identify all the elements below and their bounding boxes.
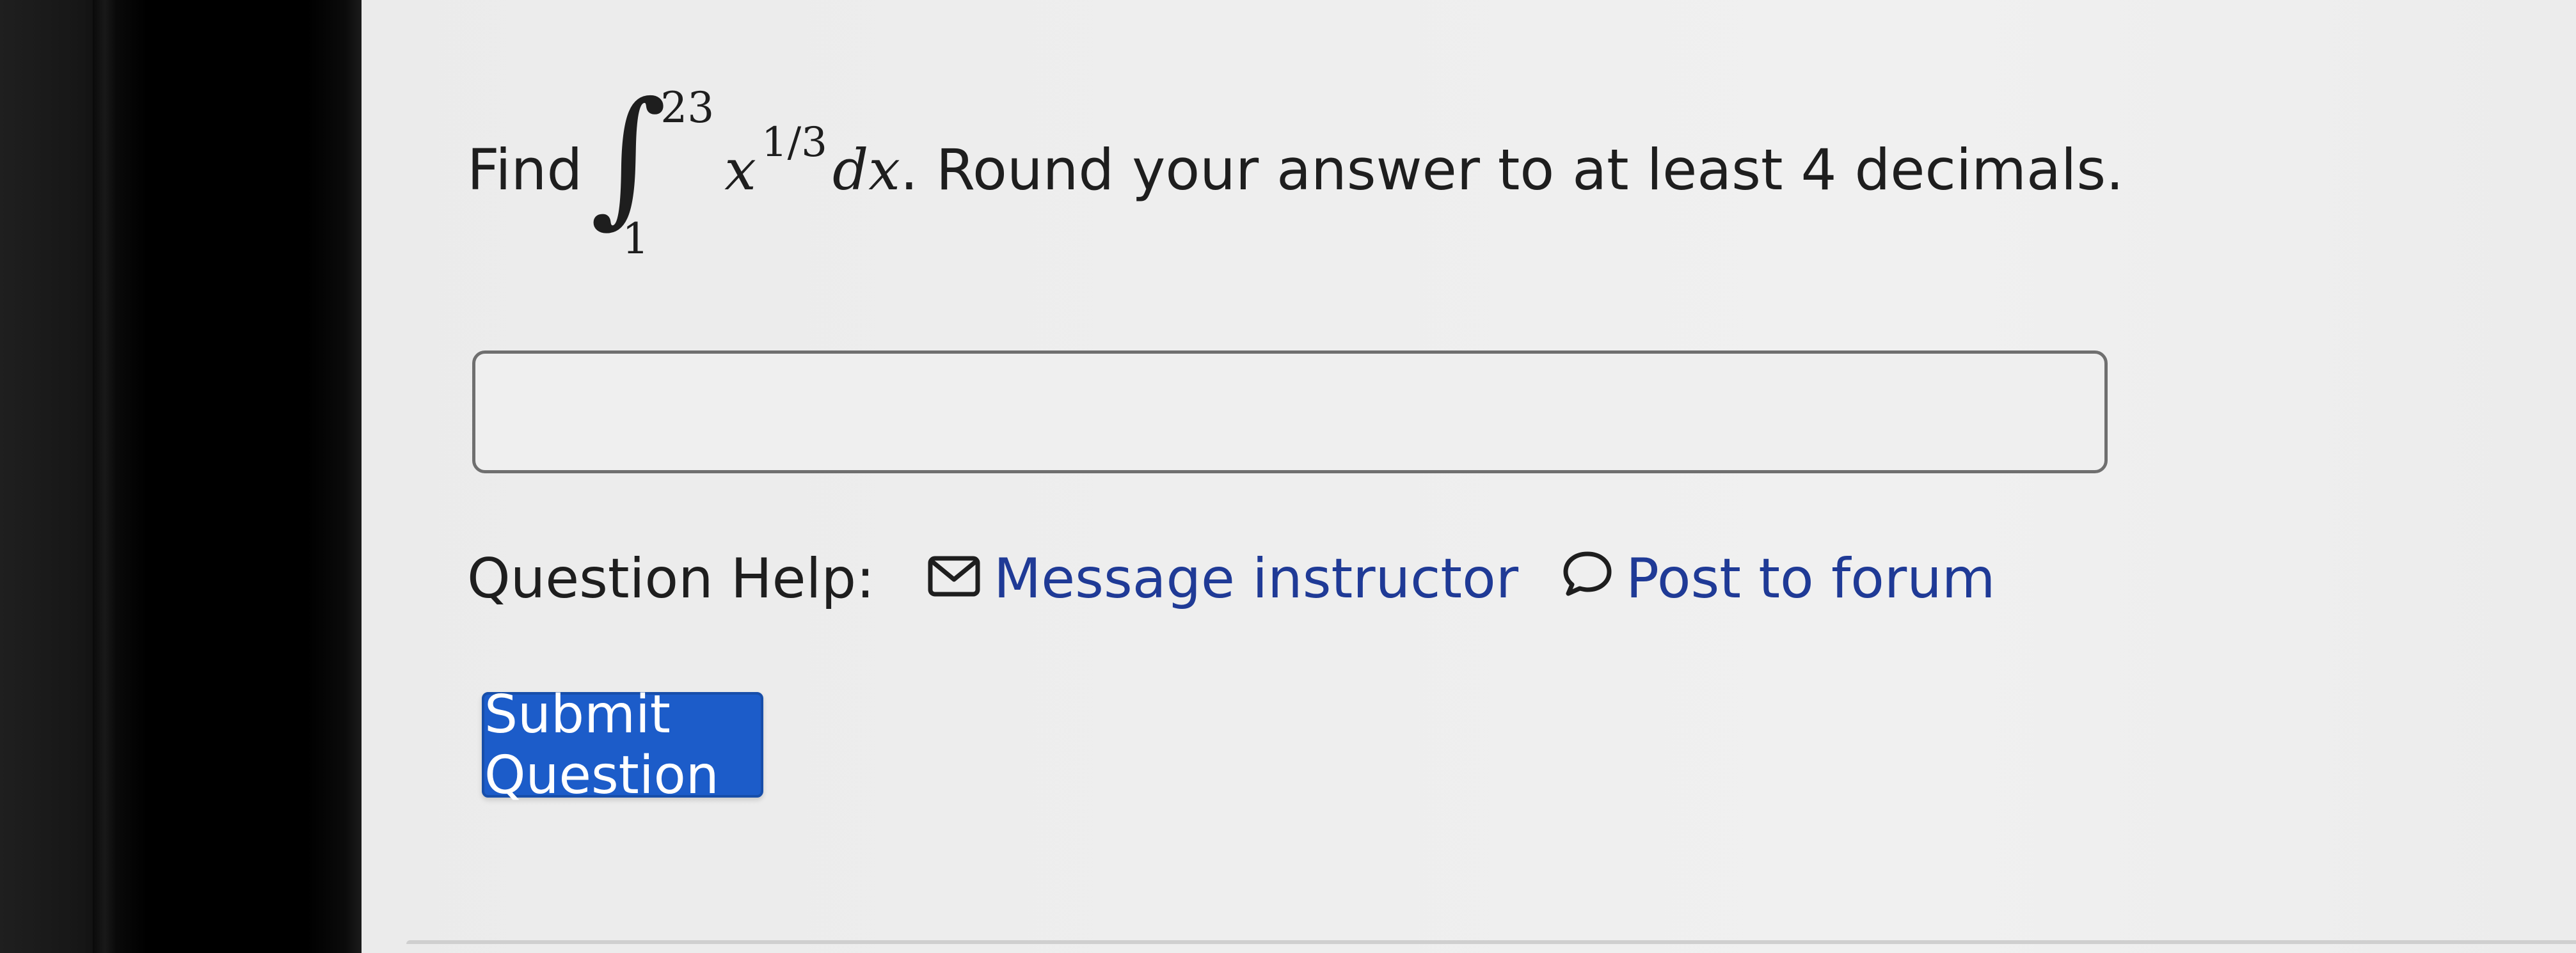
submit-question-label: Submit Question	[484, 684, 719, 806]
submit-question-button[interactable]: Submit Question	[482, 684, 763, 806]
find-label: Find	[467, 136, 583, 203]
answer-input[interactable]	[472, 350, 2108, 473]
message-instructor-link[interactable]: Message instructor	[927, 547, 1518, 611]
differential: dx	[832, 136, 900, 203]
post-to-forum-link[interactable]: Post to forum	[1562, 547, 1996, 611]
question-prompt: Find ∫ 23 1 x 1/3dx . Round your answer t…	[467, 83, 2124, 264]
question-instruction: . Round your answer to at least 4 decima…	[900, 136, 2124, 203]
monitor-bezel	[0, 0, 362, 953]
bezel-edge	[93, 0, 117, 953]
bottom-divider	[406, 940, 2576, 944]
integral-sign: ∫	[590, 71, 667, 242]
question-page: Find ∫ 23 1 x 1/3dx . Round your answer t…	[362, 0, 2576, 953]
question-help-label: Question Help:	[467, 547, 875, 611]
integrand-base: x	[724, 136, 756, 203]
upper-limit: 23	[660, 83, 715, 132]
envelope-icon	[927, 547, 981, 611]
message-instructor-label: Message instructor	[994, 547, 1519, 611]
integrand-exponent: 1/3	[761, 118, 827, 166]
lower-limit: 1	[622, 214, 649, 264]
integrand: x 1/3dx	[724, 119, 900, 203]
post-to-forum-label: Post to forum	[1626, 547, 1996, 611]
question-help: Question Help: Message instructor Post t…	[467, 544, 1996, 614]
definite-integral: ∫ 23 1	[590, 83, 724, 264]
speech-bubble-icon	[1562, 547, 1613, 611]
